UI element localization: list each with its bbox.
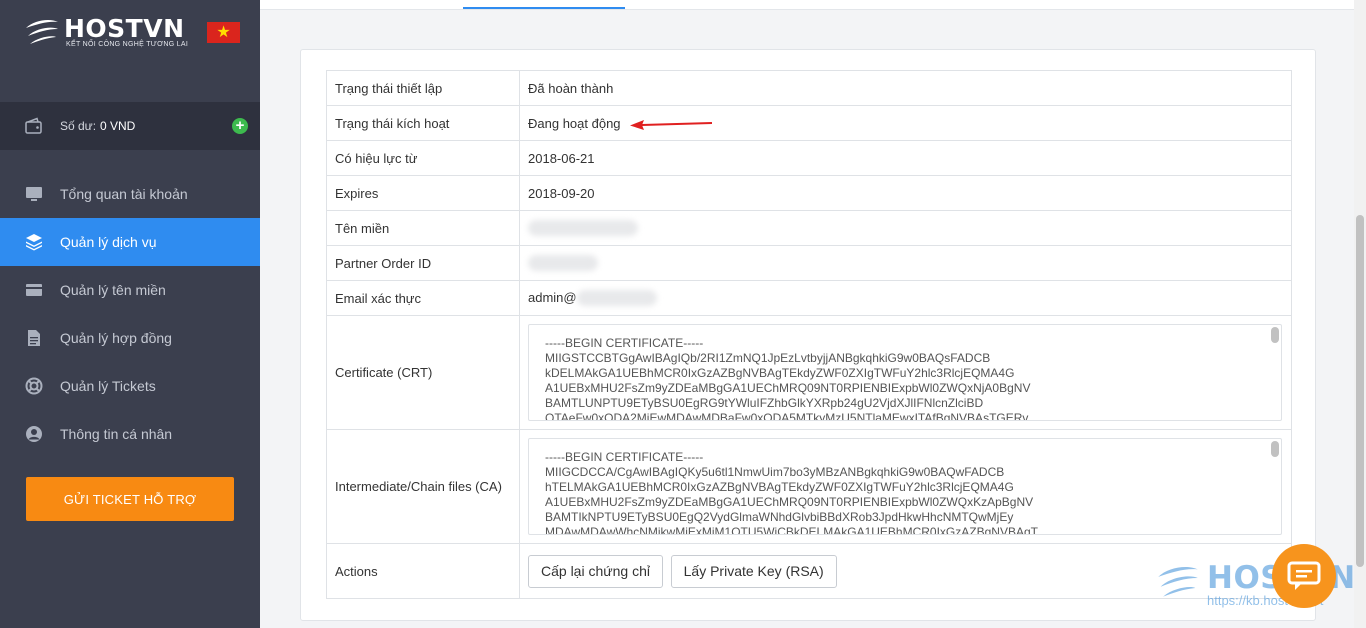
table-row: Có hiệu lực từ 2018-06-21 <box>326 140 1292 176</box>
partner-order-id-cell <box>519 245 1292 281</box>
logo-swoosh-icon <box>26 20 58 44</box>
email-value: admin@ <box>528 289 577 305</box>
redacted-domain <box>528 220 638 237</box>
row-label: Intermediate/Chain files (CA) <box>326 429 520 544</box>
ssl-details-card: Trạng thái thiết lập Đã hoàn thành Trạng… <box>300 49 1316 621</box>
layers-icon <box>26 234 42 251</box>
sidebar-item-domains[interactable]: Quản lý tên miền <box>0 266 260 314</box>
logo-tagline: KẾT NỐI CÔNG NGHỆ TƯƠNG LAI <box>66 41 189 48</box>
table-row: Email xác thực admin@ <box>326 280 1292 316</box>
sidebar-item-tickets[interactable]: Quản lý Tickets <box>0 362 260 410</box>
expires-value: 2018-09-20 <box>519 175 1292 211</box>
table-row: Actions Cấp lại chứng chỉ Lấy Private Ke… <box>326 543 1292 599</box>
intermediate-cell: -----BEGIN CERTIFICATE----- MIIGCDCCA/Cg… <box>519 429 1292 544</box>
document-icon <box>28 330 40 346</box>
table-row: Expires 2018-09-20 <box>326 175 1292 211</box>
user-icon <box>26 426 42 442</box>
page-scrollbar[interactable] <box>1354 0 1366 628</box>
valid-from-value: 2018-06-21 <box>519 140 1292 176</box>
table-row: Partner Order ID <box>326 245 1292 281</box>
add-funds-button[interactable]: + <box>232 118 248 134</box>
card-icon <box>26 284 42 296</box>
row-label: Expires <box>326 175 520 211</box>
sidebar-item-label: Quản lý dịch vụ <box>60 234 157 250</box>
domain-value-cell <box>519 210 1292 246</box>
active-tab-indicator <box>463 7 625 9</box>
table-row: Intermediate/Chain files (CA) -----BEGIN… <box>326 429 1292 544</box>
watermark-swoosh-icon <box>1158 566 1198 597</box>
ssl-details-table: Trạng thái thiết lập Đã hoàn thành Trạng… <box>326 70 1292 599</box>
intermediate-text: -----BEGIN CERTIFICATE----- MIIGCDCCA/Cg… <box>545 450 1038 535</box>
main-content: Trạng thái thiết lập Đã hoàn thành Trạng… <box>260 0 1354 628</box>
sidebar-nav: Tổng quan tài khoản Quản lý dịch vụ Quản… <box>0 170 260 458</box>
table-row: Certificate (CRT) -----BEGIN CERTIFICATE… <box>326 315 1292 430</box>
sidebar-item-account-overview[interactable]: Tổng quan tài khoản <box>0 170 260 218</box>
certificate-scrollbar[interactable] <box>1271 327 1279 343</box>
chat-icon <box>1287 561 1321 590</box>
logo-text: HOSTVN <box>64 14 185 43</box>
row-label: Actions <box>326 543 520 599</box>
email-cell: admin@ <box>519 280 1292 316</box>
monitor-icon <box>26 187 42 201</box>
certificate-text: -----BEGIN CERTIFICATE----- MIIGSTCCBTGg… <box>545 336 1031 421</box>
tab-bar <box>260 0 1354 10</box>
activation-status-cell: Đang hoạt động <box>519 105 1292 141</box>
wallet-icon <box>25 117 42 134</box>
table-row: Tên miền <box>326 210 1292 246</box>
vietnam-flag-icon[interactable]: ★ <box>207 22 240 43</box>
sidebar-item-profile[interactable]: Thông tin cá nhân <box>0 410 260 458</box>
balance-label: Số dư: <box>60 119 97 133</box>
row-label: Tên miền <box>326 210 520 246</box>
row-label: Có hiệu lực từ <box>326 140 520 176</box>
table-row: Trạng thái kích hoạt Đang hoạt động <box>326 105 1292 141</box>
balance-bar: Số dư: 0 VND + <box>0 102 260 150</box>
lifebuoy-icon <box>25 377 43 395</box>
sidebar-item-label: Thông tin cá nhân <box>60 426 173 442</box>
row-label: Trạng thái kích hoạt <box>326 105 520 141</box>
balance-value: 0 VND <box>100 119 136 133</box>
redacted-email-domain <box>576 290 657 307</box>
sidebar-item-label: Quản lý tên miền <box>60 282 166 298</box>
certificate-textarea[interactable]: -----BEGIN CERTIFICATE----- MIIGSTCCBTGg… <box>528 324 1282 421</box>
row-label: Certificate (CRT) <box>326 315 520 430</box>
intermediate-scrollbar[interactable] <box>1271 441 1279 457</box>
page-scrollbar-thumb[interactable] <box>1356 215 1364 567</box>
table-row: Trạng thái thiết lập Đã hoàn thành <box>326 70 1292 106</box>
intermediate-textarea[interactable]: -----BEGIN CERTIFICATE----- MIIGCDCCA/Cg… <box>528 438 1282 535</box>
red-arrow-annotation-icon <box>630 120 713 131</box>
row-label: Partner Order ID <box>326 245 520 281</box>
activation-status-value: Đang hoạt động <box>528 115 621 131</box>
hostvn-logo[interactable]: HOSTVN KẾT NỐI CÔNG NGHỆ TƯƠNG LAI <box>24 14 188 54</box>
sidebar-item-services[interactable]: Quản lý dịch vụ <box>0 218 260 266</box>
sidebar-item-label: Quản lý Tickets <box>60 378 156 394</box>
sidebar: HOSTVN KẾT NỐI CÔNG NGHỆ TƯƠNG LAI ★ Số … <box>0 0 260 628</box>
setup-status-value: Đã hoàn thành <box>519 70 1292 106</box>
sidebar-item-contracts[interactable]: Quản lý hợp đồng <box>0 314 260 362</box>
reissue-certificate-button[interactable]: Cấp lại chứng chỉ <box>528 554 663 588</box>
sidebar-item-label: Tổng quan tài khoản <box>60 186 188 202</box>
redacted-partner-order-id <box>528 255 598 272</box>
certificate-cell: -----BEGIN CERTIFICATE----- MIIGSTCCBTGg… <box>519 315 1292 430</box>
live-chat-button[interactable] <box>1272 544 1336 608</box>
send-support-ticket-button[interactable]: GỬI TICKET HỖ TRỢ <box>26 477 234 521</box>
get-private-key-button[interactable]: Lấy Private Key (RSA) <box>670 554 837 588</box>
row-label: Trạng thái thiết lập <box>326 70 520 106</box>
row-label: Email xác thực <box>326 280 520 316</box>
sidebar-item-label: Quản lý hợp đồng <box>60 330 172 346</box>
